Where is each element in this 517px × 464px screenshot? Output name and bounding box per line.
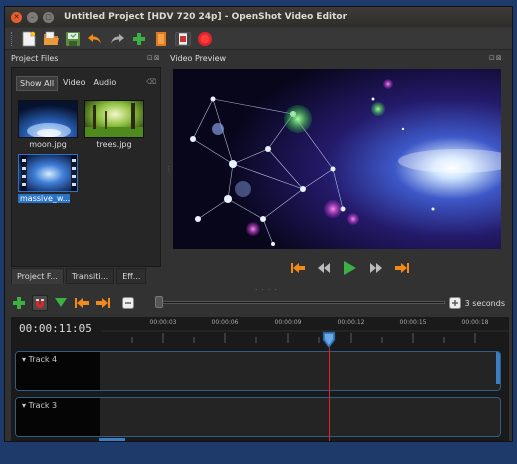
fullscreen-icon[interactable]	[196, 30, 214, 48]
track-name: ▾ Track 4	[22, 355, 58, 364]
project-files-title: Project Files	[11, 54, 59, 63]
track-header[interactable]: ▾ Track 4	[16, 352, 100, 390]
video-transport-controls	[285, 260, 415, 276]
file-thumbnail-trees[interactable]	[84, 100, 144, 138]
zoom-in-icon[interactable]	[448, 297, 461, 309]
project-files-panel: Show All Video Audio ⌫ moon.jpg trees.jp…	[11, 67, 161, 267]
filter-audio[interactable]: Audio	[90, 76, 119, 91]
track-name: ▾ Track 3	[22, 401, 58, 410]
jump-to-start-icon[interactable]	[290, 261, 306, 275]
zoom-level-label: 3 seconds	[464, 298, 505, 308]
file-label-moon: moon.jpg	[29, 140, 67, 149]
add-track-icon[interactable]	[11, 295, 27, 311]
clear-filter-icon[interactable]: ⌫	[146, 78, 156, 86]
ruler-tick-label: 00:00:15	[399, 319, 427, 326]
snapping-toggle-icon[interactable]	[32, 295, 48, 311]
tab-effects[interactable]: Eff...	[116, 268, 147, 284]
playhead-line	[329, 347, 330, 441]
new-project-icon[interactable]	[20, 30, 38, 48]
filter-show-all[interactable]: Show All	[16, 76, 59, 91]
open-project-icon[interactable]	[42, 30, 60, 48]
tab-project-files[interactable]: Project F...	[11, 268, 64, 284]
title-bar: ✕ – ▢ Untitled Project [HDV 720 24p] - O…	[5, 7, 512, 27]
file-filter-tabs: Show All Video Audio	[16, 76, 121, 91]
add-marker-icon[interactable]	[53, 295, 69, 311]
toolbar-grip[interactable]	[11, 31, 14, 46]
video-preview-title: Video Preview	[170, 54, 227, 63]
minimize-window-button[interactable]: –	[27, 11, 38, 23]
next-marker-icon[interactable]	[95, 295, 111, 311]
save-project-icon[interactable]	[64, 30, 82, 48]
jump-to-end-icon[interactable]	[394, 261, 410, 275]
zoom-level: 3 seconds	[448, 297, 505, 309]
close-window-button[interactable]: ✕	[11, 11, 22, 23]
track-header[interactable]: ▾ Track 3	[16, 398, 100, 436]
main-window: ✕ – ▢ Untitled Project [HDV 720 24p] - O…	[4, 6, 513, 442]
redo-icon[interactable]	[108, 30, 126, 48]
track-4[interactable]: ▾ Track 4	[15, 351, 501, 391]
fast-forward-icon[interactable]	[368, 261, 384, 275]
vertical-scrollbar[interactable]	[496, 352, 500, 384]
undo-icon[interactable]	[86, 30, 104, 48]
choose-profile-icon[interactable]	[152, 30, 170, 48]
file-thumbnail-moon[interactable]	[18, 100, 78, 138]
project-files-dock-controls[interactable]: ⊡⊠	[147, 54, 161, 62]
timeline-toolbar: 3 seconds	[11, 293, 509, 313]
main-toolbar	[5, 28, 512, 50]
zoom-out-icon[interactable]	[120, 295, 136, 311]
video-preview-dock-controls[interactable]: ⊡⊠	[489, 54, 503, 62]
track-3[interactable]: ▾ Track 3	[15, 397, 501, 437]
current-timecode: 00:00:11:05	[19, 322, 92, 335]
ruler-tick-label: 00:00:12	[337, 319, 365, 326]
ruler-tick-label: 00:00:18	[461, 319, 489, 326]
ruler-tick-label: 00:00:09	[274, 319, 302, 326]
ruler-tick-label: 00:00:06	[211, 319, 239, 326]
ruler-tick-label: 00:00:03	[149, 319, 177, 326]
timeline: 00:00:11:05 00:00:03 00:00:06 00:00:09 0…	[11, 317, 509, 441]
zoom-slider-track[interactable]	[159, 301, 445, 304]
vertical-splitter-handle[interactable]: ⋮	[165, 165, 172, 173]
left-dock-tabs: Project F... Transiti... Eff...	[11, 268, 148, 284]
time-ruler[interactable]: 00:00:03 00:00:06 00:00:09 00:00:12 00:0…	[101, 317, 509, 347]
file-thumbnail-massive[interactable]	[18, 154, 78, 192]
window-title: Untitled Project [HDV 720 24p] - OpenSho…	[64, 12, 348, 22]
file-label-trees: trees.jpg	[96, 140, 132, 149]
video-preview-frame	[173, 69, 501, 249]
file-label-massive: massive_w...	[18, 194, 70, 203]
horizontal-scrollbar[interactable]	[99, 438, 125, 441]
maximize-window-button[interactable]: ▢	[43, 11, 54, 23]
filter-video[interactable]: Video	[60, 76, 88, 91]
playhead-handle[interactable]	[322, 331, 336, 349]
previous-marker-icon[interactable]	[74, 295, 90, 311]
tab-transitions[interactable]: Transiti...	[65, 268, 115, 284]
zoom-slider-handle[interactable]	[155, 296, 163, 308]
export-video-icon[interactable]	[174, 30, 192, 48]
play-icon[interactable]	[342, 261, 358, 275]
import-files-icon[interactable]	[130, 30, 148, 48]
rewind-icon[interactable]	[316, 261, 332, 275]
